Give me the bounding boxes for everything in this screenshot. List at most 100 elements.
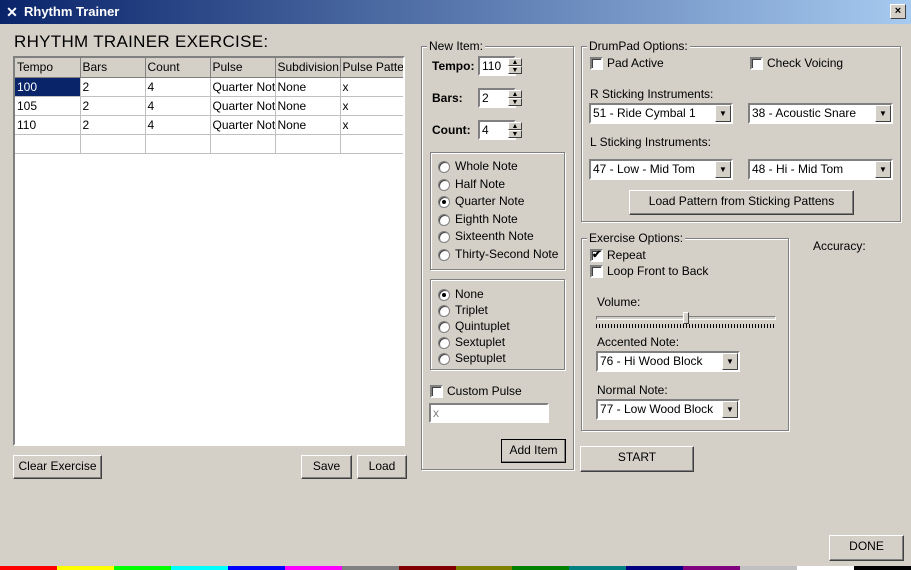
save-button[interactable]: Save <box>301 455 352 479</box>
bars-spin-up[interactable]: ▲ <box>508 90 522 98</box>
pulse-radio[interactable] <box>438 231 450 244</box>
column-header[interactable]: Pulse Pattern <box>340 58 403 78</box>
subdivision-option[interactable]: Triplet <box>438 303 563 319</box>
clear-exercise-button[interactable]: Clear Exercise <box>13 455 102 479</box>
table-cell[interactable]: 100 <box>15 77 81 97</box>
subdivision-radio[interactable] <box>438 337 450 349</box>
subdivision-option[interactable]: Sextuplet <box>438 335 563 351</box>
tempo-spin-down[interactable]: ▼ <box>508 66 522 74</box>
r-instrument-1-select[interactable]: 51 - Ride Cymbal 1 ▼ <box>589 103 733 124</box>
table-cell[interactable] <box>340 134 403 154</box>
table-cell[interactable]: None <box>275 96 341 116</box>
chevron-down-icon[interactable]: ▼ <box>715 161 731 178</box>
pulse-option[interactable]: Half Note <box>438 177 563 193</box>
pulse-radio[interactable] <box>438 196 450 209</box>
table-cell[interactable]: 4 <box>145 115 211 135</box>
subdivision-radio[interactable] <box>438 289 450 301</box>
table-row[interactable] <box>15 134 403 154</box>
loop-checkbox[interactable] <box>590 265 603 278</box>
pulse-option[interactable]: Quarter Note <box>438 194 563 210</box>
repeat-label: Repeat <box>607 248 646 262</box>
column-header[interactable]: Subdivision <box>275 58 341 78</box>
table-cell[interactable]: 105 <box>15 96 81 116</box>
table-cell[interactable]: None <box>275 115 341 135</box>
column-header[interactable]: Tempo <box>15 58 81 78</box>
table-cell[interactable]: 110 <box>15 115 81 135</box>
table-cell[interactable]: 4 <box>145 77 211 97</box>
new-item-group-label: New Item: <box>427 39 486 53</box>
subdivision-option[interactable]: Septuplet <box>438 351 563 367</box>
table-row[interactable]: 100 2 4 Quarter Note None x <box>15 77 403 97</box>
chevron-down-icon[interactable]: ▼ <box>722 401 738 418</box>
pulse-option[interactable]: Eighth Note <box>438 212 563 228</box>
column-header[interactable]: Pulse <box>210 58 276 78</box>
chevron-down-icon[interactable]: ▼ <box>715 105 731 122</box>
normal-note-select[interactable]: 77 - Low Wood Block ▼ <box>596 399 740 420</box>
repeat-checkbox[interactable]: ✔ <box>590 249 603 262</box>
pulse-option[interactable]: Thirty-Second Note <box>438 247 563 263</box>
table-cell[interactable]: 4 <box>145 96 211 116</box>
column-header[interactable]: Count <box>145 58 211 78</box>
done-button[interactable]: DONE <box>829 535 904 561</box>
count-spin-down[interactable]: ▼ <box>508 130 522 138</box>
load-button[interactable]: Load <box>357 455 407 479</box>
tempo-spin-up[interactable]: ▲ <box>508 58 522 66</box>
table-cell[interactable]: x <box>340 77 403 97</box>
subdivision-radio[interactable] <box>438 321 450 333</box>
bars-spin-down[interactable]: ▼ <box>508 98 522 106</box>
l-instrument-2-select[interactable]: 48 - Hi - Mid Tom ▼ <box>748 159 893 180</box>
palette-swatch <box>512 566 570 570</box>
table-cell[interactable]: Quarter Note <box>210 77 276 97</box>
table-cell[interactable]: 2 <box>80 115 146 135</box>
custom-pulse-checkbox[interactable] <box>430 385 443 398</box>
palette-swatch <box>455 566 513 570</box>
column-header[interactable]: Bars <box>80 58 146 78</box>
r-instrument-2-select[interactable]: 38 - Acoustic Snare ▼ <box>748 103 893 124</box>
pulse-option[interactable]: Whole Note <box>438 159 563 175</box>
palette-swatch <box>170 566 228 570</box>
chevron-down-icon[interactable]: ▼ <box>875 161 891 178</box>
subdivision-radio[interactable] <box>438 353 450 365</box>
pulse-radio[interactable] <box>438 161 450 173</box>
subdivision-option[interactable]: None <box>438 287 563 303</box>
palette-swatch <box>683 566 741 570</box>
count-spin-up[interactable]: ▲ <box>508 122 522 130</box>
subdivision-option[interactable]: Quintuplet <box>438 319 563 335</box>
table-cell[interactable]: 2 <box>80 96 146 116</box>
exercise-options-group-label: Exercise Options: <box>587 231 686 245</box>
add-item-button[interactable]: Add Item <box>501 439 566 463</box>
custom-pulse-field[interactable]: x <box>429 403 549 423</box>
accented-note-select[interactable]: 76 - Hi Wood Block ▼ <box>596 351 740 372</box>
table-cell[interactable] <box>275 134 341 154</box>
start-button[interactable]: START <box>580 446 694 472</box>
pulse-radio[interactable] <box>438 178 450 191</box>
load-pattern-button[interactable]: Load Pattern from Sticking Pattens <box>629 190 854 215</box>
table-row[interactable]: 105 2 4 Quarter Note None x <box>15 96 403 116</box>
chevron-down-icon[interactable]: ▼ <box>722 353 738 370</box>
palette-swatch <box>0 566 57 570</box>
exercise-grid[interactable]: Tempo Bars Count Pulse Subdivision Pulse Patt… <box>13 56 405 446</box>
pulse-radio[interactable] <box>438 213 450 226</box>
volume-slider-thumb[interactable] <box>683 312 689 324</box>
table-cell[interactable] <box>80 134 146 154</box>
pad-active-checkbox[interactable] <box>590 57 603 70</box>
pulse-radio-label: Sixteenth Note <box>455 229 534 244</box>
table-cell[interactable] <box>145 134 211 154</box>
table-cell[interactable]: 2 <box>80 77 146 97</box>
table-cell[interactable]: None <box>275 77 341 97</box>
table-row[interactable]: 110 2 4 Quarter Note None x <box>15 115 403 135</box>
pulse-option[interactable]: Sixteenth Note <box>438 229 563 245</box>
table-cell[interactable]: Quarter Note <box>210 96 276 116</box>
check-voicing-checkbox[interactable] <box>750 57 763 70</box>
close-button[interactable]: × <box>890 4 906 19</box>
l-instrument-1-select[interactable]: 47 - Low - Mid Tom ▼ <box>589 159 733 180</box>
subdivision-radio[interactable] <box>438 305 450 317</box>
palette-swatch <box>56 566 114 570</box>
table-cell[interactable]: Quarter Note <box>210 115 276 135</box>
table-cell[interactable] <box>15 134 81 154</box>
pulse-radio[interactable] <box>438 249 450 261</box>
chevron-down-icon[interactable]: ▼ <box>875 105 891 122</box>
table-cell[interactable]: x <box>340 96 403 116</box>
table-cell[interactable] <box>210 134 276 154</box>
table-cell[interactable]: x <box>340 115 403 135</box>
